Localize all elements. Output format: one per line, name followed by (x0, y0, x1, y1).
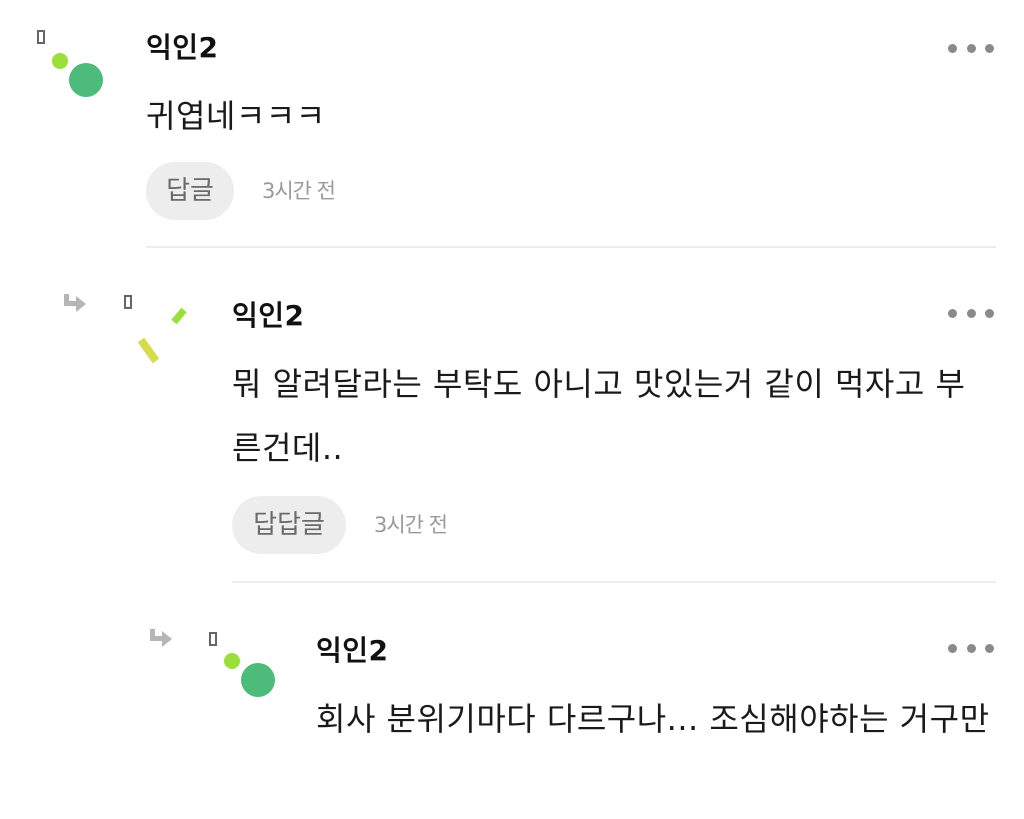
comment-item: 익인2 귀엽네ㅋㅋㅋ 답글 3시간 전 (0, 0, 1024, 250)
comment-text: 회사 분위기마다 다르구나... 조심해야하는 거구만 (316, 700, 990, 738)
more-options-button[interactable] (948, 306, 994, 320)
comment-username: 익인2 (146, 31, 219, 64)
dots-avatar-icon[interactable] (204, 627, 294, 707)
more-dot-icon (985, 308, 994, 318)
comment-username: 익인2 (316, 634, 389, 667)
more-dot-icon (948, 43, 957, 53)
comment-timestamp: 3시간 전 (262, 179, 336, 203)
comment-divider (232, 581, 996, 583)
reply-comment-item: 익인2 뭐 알려달라는 부탁도 아니고 맛있는거 같이 먹자고 부른건데.. 답… (0, 250, 1024, 585)
more-options-button[interactable] (948, 41, 994, 55)
more-dot-icon (966, 43, 976, 53)
reply-button[interactable]: 답글 (146, 162, 234, 220)
dashes-avatar-icon[interactable] (118, 290, 208, 370)
reply-arrow-icon (64, 294, 86, 312)
comment-text: 귀엽네ㅋㅋㅋ (146, 97, 326, 135)
comment-text: 뭐 알려달라는 부탁도 아니고 맛있는거 같이 먹자고 부른건데.. (232, 365, 966, 467)
reply-comment-item: 익인2 회사 분위기마다 다르구나... 조심해야하는 거구만 (0, 585, 1024, 819)
more-dot-icon (966, 643, 976, 653)
dots-avatar-icon[interactable] (30, 24, 120, 104)
reply-button[interactable]: 답답글 (232, 496, 346, 554)
more-dot-icon (948, 643, 957, 653)
more-dot-icon (985, 643, 994, 653)
more-dot-icon (985, 43, 994, 53)
comment-timestamp: 3시간 전 (374, 513, 448, 537)
comment-divider (146, 246, 996, 248)
more-dot-icon (966, 308, 976, 318)
comment-username: 익인2 (232, 299, 305, 332)
more-dot-icon (948, 308, 957, 318)
reply-arrow-icon (150, 629, 172, 647)
more-options-button[interactable] (948, 641, 994, 655)
